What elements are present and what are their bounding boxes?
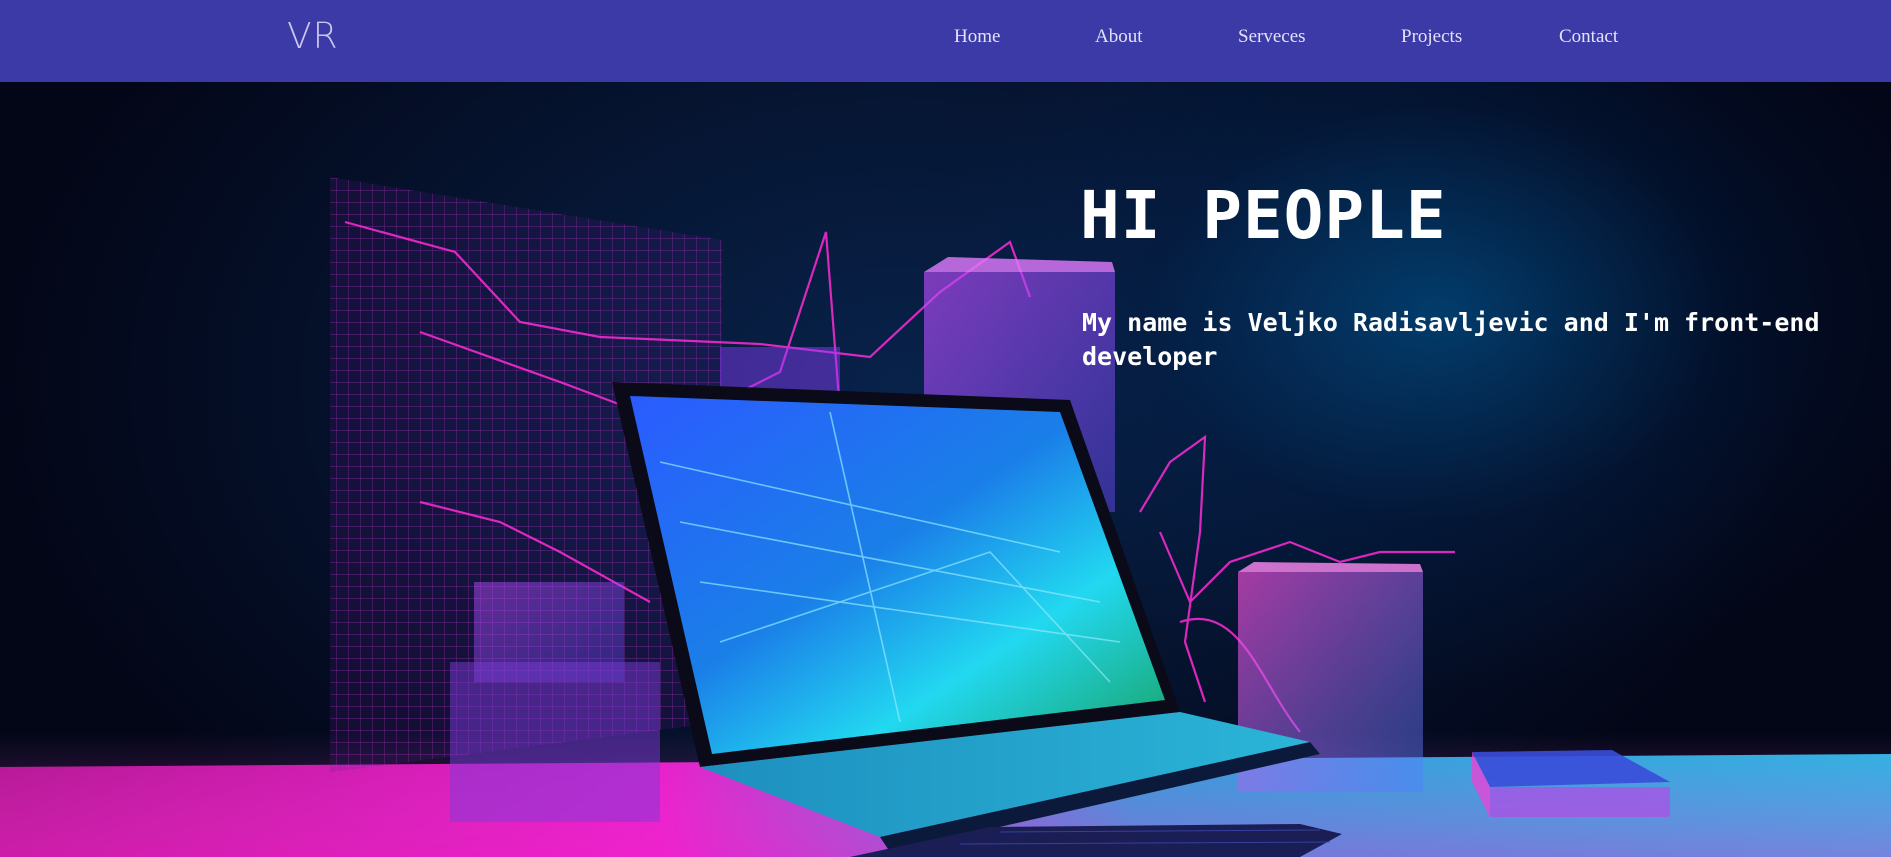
nav-link-contact[interactable]: Contact bbox=[1559, 26, 1618, 48]
hero-title: HI PEOPLE bbox=[1080, 177, 1447, 254]
nav-link-about[interactable]: About bbox=[1095, 26, 1143, 48]
nav-menu: Home About Serveces Projects Contact bbox=[0, 26, 1891, 56]
navbar: VR Home About Serveces Projects Contact bbox=[0, 0, 1891, 82]
hero-background-image bbox=[0, 177, 1891, 857]
hero-subtitle: My name is Veljko Radisavljevic and I'm … bbox=[1082, 308, 1820, 371]
nav-link-home[interactable]: Home bbox=[954, 26, 1000, 48]
hero-section: HI PEOPLE My name is Veljko Radisavljevi… bbox=[0, 82, 1891, 857]
nav-link-projects[interactable]: Projects bbox=[1401, 26, 1462, 48]
nav-link-services[interactable]: Serveces bbox=[1238, 26, 1306, 48]
